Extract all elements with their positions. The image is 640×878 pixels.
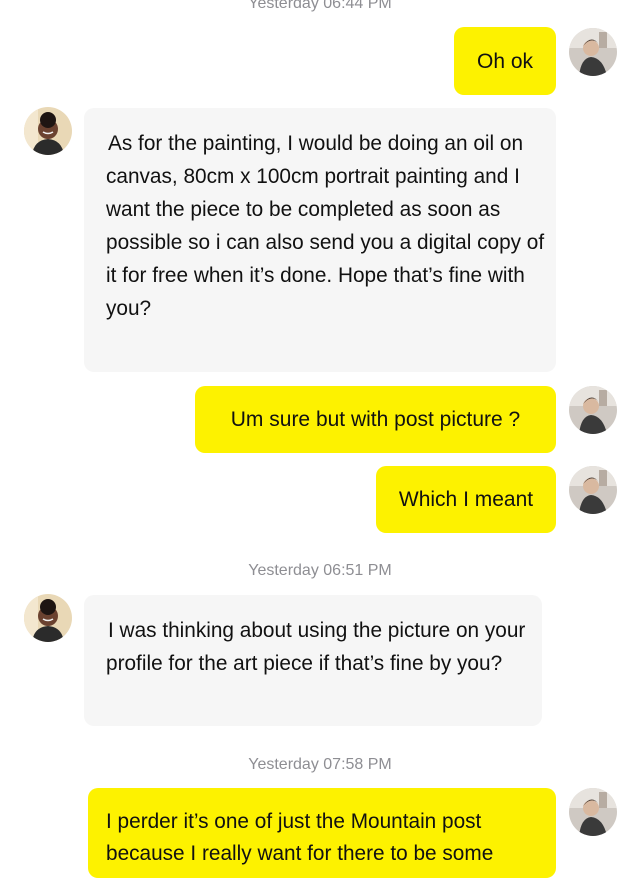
outgoing-message[interactable]: Oh ok — [454, 27, 556, 95]
message-text: Which I meant — [398, 488, 534, 511]
message-timestamp: Yesterday 06:51 PM — [248, 562, 392, 579]
outgoing-message[interactable]: Um sure but with post picture ? — [195, 386, 556, 453]
user-avatar-icon[interactable] — [569, 386, 617, 434]
message-timestamp: Yesterday 07:58 PM — [248, 756, 392, 773]
contact-avatar-icon[interactable] — [24, 594, 72, 642]
message-text: Oh ok — [476, 49, 534, 73]
outgoing-message[interactable]: Which I meant — [376, 466, 556, 533]
contact-avatar-icon[interactable] — [24, 107, 72, 155]
user-avatar-icon[interactable] — [569, 788, 617, 836]
message-text: As for the painting, I would be doing an… — [106, 132, 545, 320]
outgoing-message[interactable]: I perder it’s one of just the Mountain p… — [88, 788, 556, 878]
message-text: I was thinking about using the picture o… — [106, 619, 526, 675]
message-text: I perder it’s one of just the Mountain p… — [106, 810, 494, 865]
user-avatar-icon[interactable] — [569, 28, 617, 76]
incoming-message[interactable]: I was thinking about using the picture o… — [84, 595, 542, 726]
message-timestamp: Yesterday 06:44 PM — [248, 0, 392, 12]
message-text: Um sure but with post picture ? — [230, 408, 521, 431]
user-avatar-icon[interactable] — [569, 466, 617, 514]
incoming-message[interactable]: As for the painting, I would be doing an… — [84, 108, 556, 372]
